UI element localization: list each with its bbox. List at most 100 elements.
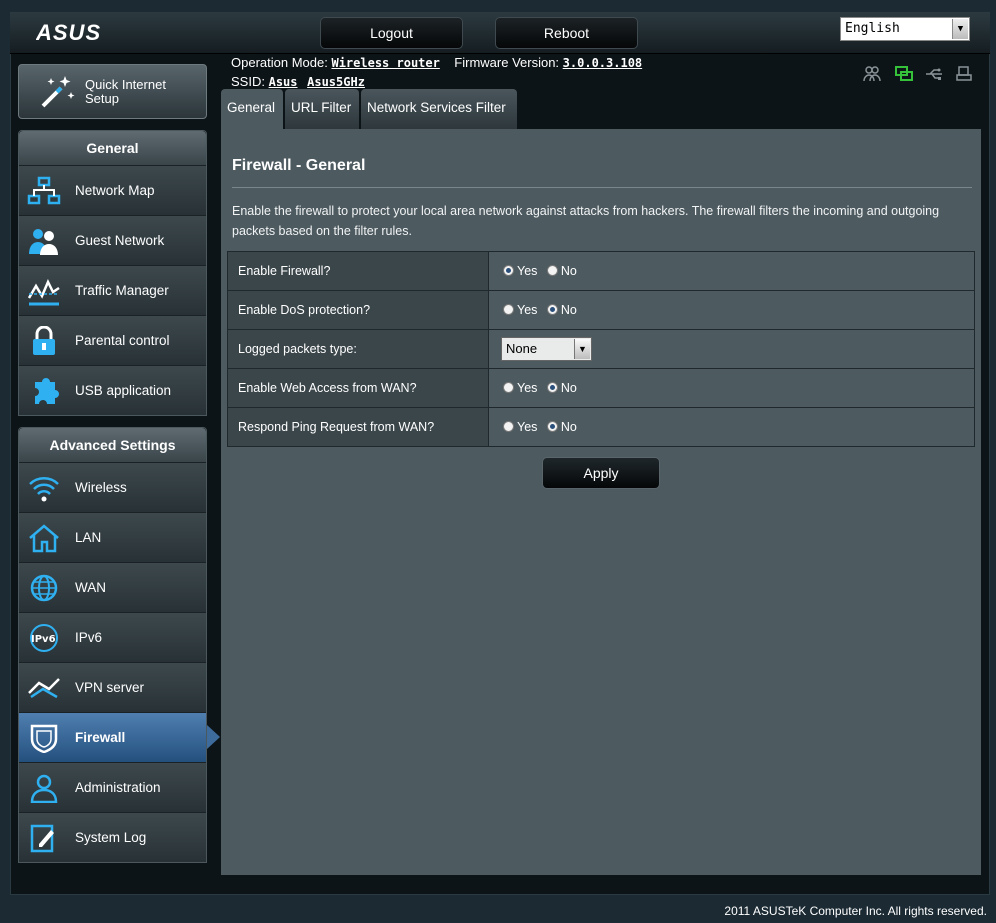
general-nav: General Network Map Guest Network Traffi… — [18, 130, 207, 416]
tab-general[interactable]: General — [221, 89, 283, 129]
main-content: Firewall - General Enable the firewall t… — [221, 129, 981, 875]
ssid-line: SSID: Asus Asus5GHz — [231, 74, 371, 89]
sidebar-item-label: WAN — [75, 580, 106, 595]
table-row: Enable Firewall? Yes No — [227, 251, 975, 291]
sidebar-item-parental-control[interactable]: Parental control — [19, 315, 206, 365]
ipv6-icon: IPv6 — [27, 623, 61, 653]
divider — [232, 187, 972, 188]
logout-button[interactable]: Logout — [320, 17, 463, 49]
sidebar-item-ipv6[interactable]: IPv6 IPv6 — [19, 612, 206, 662]
asus-logo: ASUS — [35, 20, 116, 45]
radio-label: No — [560, 420, 577, 434]
administration-icon — [27, 773, 61, 804]
logged-packets-select[interactable]: None ▼ — [501, 337, 592, 361]
quick-setup-label: Quick Internet Setup — [85, 77, 166, 106]
chevron-down-icon: ▼ — [952, 19, 968, 39]
wan-icon — [27, 573, 61, 603]
firewall-settings-table: Enable Firewall? Yes No Enable DoS prote… — [227, 251, 975, 447]
setting-label: Logged packets type: — [227, 329, 489, 369]
ssid-label: SSID: — [231, 74, 265, 89]
sidebar-item-network-map[interactable]: Network Map — [19, 165, 206, 215]
active-item-pointer — [207, 725, 220, 749]
radio-label: Yes — [517, 303, 538, 317]
lan-icon — [27, 523, 61, 553]
dos-protection-radio-group: Yes No — [488, 290, 975, 330]
wireless-icon — [27, 473, 61, 503]
reboot-button[interactable]: Reboot — [495, 17, 638, 49]
sidebar-item-system-log[interactable]: System Log — [19, 812, 206, 862]
ping-wan-yes-radio[interactable] — [503, 421, 514, 432]
svg-text:IPv6: IPv6 — [31, 634, 56, 645]
table-row: Enable DoS protection? Yes No — [227, 290, 975, 330]
table-row: Enable Web Access from WAN? Yes No — [227, 368, 975, 408]
apply-button[interactable]: Apply — [542, 457, 660, 489]
web-access-wan-yes-radio[interactable] — [503, 382, 514, 393]
sidebar-item-vpn-server[interactable]: VPN server — [19, 662, 206, 712]
language-value: English — [845, 21, 900, 36]
table-row: Respond Ping Request from WAN? Yes No — [227, 407, 975, 447]
dos-protection-yes-radio[interactable] — [503, 304, 514, 315]
sidebar-item-usb-application[interactable]: USB application — [19, 365, 206, 415]
chevron-down-icon: ▼ — [574, 339, 590, 359]
system-log-icon — [27, 823, 61, 853]
radio-label: Yes — [517, 264, 538, 278]
setting-label: Enable DoS protection? — [227, 290, 489, 330]
tab-network-services-filter[interactable]: Network Services Filter — [361, 89, 517, 129]
sidebar-item-administration[interactable]: Administration — [19, 762, 206, 812]
sidebar-item-label: Traffic Manager — [75, 283, 169, 298]
radio-label: No — [560, 381, 577, 395]
advanced-settings-title: Advanced Settings — [19, 428, 206, 462]
firmware-label: Firmware Version: — [454, 55, 560, 70]
enable-firewall-no-radio[interactable] — [546, 265, 558, 276]
general-nav-title: General — [19, 131, 206, 165]
language-select[interactable]: English ▼ — [840, 17, 970, 41]
sidebar-item-label: Guest Network — [75, 233, 165, 248]
ping-wan-no-radio[interactable] — [546, 421, 558, 432]
sidebar-item-guest-network[interactable]: Guest Network — [19, 215, 206, 265]
firmware-link[interactable]: 3.0.0.3.108 — [563, 56, 642, 70]
sidebar-item-wireless[interactable]: Wireless — [19, 462, 206, 512]
guest-network-icon — [27, 226, 61, 256]
enable-firewall-yes-radio[interactable] — [503, 265, 514, 276]
sidebar-item-label: VPN server — [75, 680, 145, 695]
sidebar-item-label: LAN — [75, 530, 102, 545]
sidebar-item-label: USB application — [75, 383, 172, 398]
ssid-link-2g[interactable]: Asus — [269, 75, 298, 89]
sidebar-item-lan[interactable]: LAN — [19, 512, 206, 562]
setting-label: Enable Web Access from WAN? — [227, 368, 489, 408]
copyright-footer: 2011 ASUSTeK Computer Inc. All rights re… — [724, 904, 987, 918]
logged-packets-cell: None ▼ — [488, 329, 975, 369]
ssid-link-5g[interactable]: Asus5GHz — [307, 75, 365, 89]
operation-mode-link[interactable]: Wireless router — [331, 56, 439, 70]
sidebar-item-label: Parental control — [75, 333, 170, 348]
sidebar-item-wan[interactable]: WAN — [19, 562, 206, 612]
setting-label: Respond Ping Request from WAN? — [227, 407, 489, 447]
vpn-icon — [27, 673, 61, 703]
ping-wan-radio-group: Yes No — [488, 407, 975, 447]
page-title: Firewall - General — [232, 157, 366, 174]
traffic-manager-icon — [27, 276, 61, 306]
logged-packets-value: None — [506, 341, 538, 356]
operation-mode-label: Operation Mode: — [231, 55, 328, 70]
sidebar-item-label: IPv6 — [75, 630, 103, 645]
page-description: Enable the firewall to protect your loca… — [232, 204, 940, 238]
sidebar-item-traffic-manager[interactable]: Traffic Manager — [19, 265, 206, 315]
quick-internet-setup-button[interactable]: Quick Internet Setup — [18, 64, 207, 119]
network-status-icon[interactable] — [894, 64, 914, 84]
sidebar-item-label: Administration — [75, 780, 161, 795]
usb-application-icon — [27, 376, 61, 406]
tab-url-filter[interactable]: URL Filter — [285, 89, 359, 129]
setting-label: Enable Firewall? — [227, 251, 489, 291]
dos-protection-no-radio[interactable] — [546, 304, 558, 315]
sidebar-item-label: System Log — [75, 830, 147, 845]
advanced-settings-nav: Advanced Settings Wireless LAN WAN IPv6 … — [18, 427, 207, 863]
printer-icon[interactable] — [954, 64, 974, 84]
web-access-wan-no-radio[interactable] — [546, 382, 558, 393]
clients-icon[interactable] — [862, 64, 882, 84]
sidebar-item-label: Network Map — [75, 183, 155, 198]
sidebar-item-firewall[interactable]: Firewall — [19, 712, 206, 762]
radio-label: No — [560, 264, 577, 278]
web-access-wan-radio-group: Yes No — [488, 368, 975, 408]
enable-firewall-radio-group: Yes No — [488, 251, 975, 291]
usb-icon[interactable] — [924, 64, 944, 84]
